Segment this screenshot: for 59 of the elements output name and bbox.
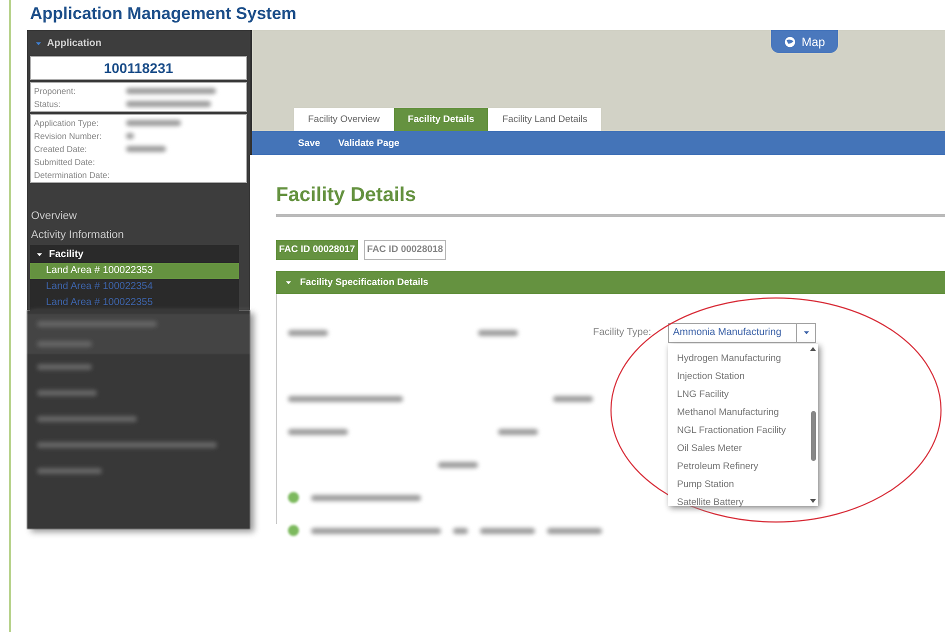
blurred-text (126, 132, 134, 138)
blurred-text (288, 330, 328, 336)
field-label: Application Type: (34, 118, 100, 128)
tree-item[interactable]: Land Area # 100022355 (30, 295, 239, 311)
facility-id-tab[interactable]: FAC ID 00028017 (276, 240, 358, 260)
nav-link[interactable]: Overview (30, 207, 247, 226)
scroll-up-icon[interactable] (810, 346, 816, 350)
page-title: Facility Details (276, 184, 945, 217)
blurred-text (453, 528, 468, 534)
action-link[interactable]: Validate Page (338, 138, 400, 148)
application-number: 100118231 (30, 56, 247, 80)
facility-id-tab[interactable]: FAC ID 00028018 (364, 240, 446, 260)
scrollbar-thumb[interactable] (810, 410, 816, 460)
app-title: Application Management System (29, 3, 298, 24)
dropdown-option[interactable]: Oil Sales Meter (677, 440, 808, 458)
field-label: Submitted Date: (34, 156, 96, 166)
caret-icon (802, 329, 810, 336)
blurred-text (438, 462, 478, 468)
dropdown-option[interactable]: Petroleum Refinery (677, 458, 808, 476)
section-header[interactable]: Facility Specification Details (276, 271, 945, 294)
blurred-text (37, 390, 97, 396)
blurred-text (553, 396, 593, 402)
blurred-text (126, 146, 166, 152)
field-label: Facility Type: (593, 327, 652, 338)
blurred-text (37, 364, 92, 370)
blurred-text (480, 528, 535, 534)
field-label: Revision Number: (34, 130, 103, 140)
tab[interactable]: Facility Land Details (488, 108, 602, 131)
field-label: Created Date: (34, 144, 88, 154)
dropdown-option[interactable]: Satellite Battery (677, 494, 808, 512)
blurred-text (37, 468, 102, 474)
blurred-text (547, 528, 602, 534)
tree-item[interactable]: Land Area # 100022354 (30, 279, 239, 295)
field-label: Determination Date: (34, 170, 111, 180)
blurred-text (126, 120, 181, 126)
status-dot (288, 525, 299, 536)
field-label: Status: (34, 98, 62, 108)
scroll-down-icon[interactable] (810, 498, 816, 502)
blurred-text (288, 428, 348, 434)
dropdown-option[interactable]: NGL Fractionation Facility (677, 422, 808, 440)
blurred-text (498, 428, 538, 434)
section-title: Application (47, 38, 102, 48)
dropdown-option[interactable]: Hydrogen Manufacturing (677, 350, 808, 368)
nav-link[interactable]: Activity Information (30, 226, 247, 245)
dropdown-option[interactable]: Methanol Manufacturing (677, 404, 808, 422)
tree-node[interactable]: Facility (30, 245, 239, 263)
blurred-text (37, 341, 92, 347)
field-label: Proponent: (34, 86, 77, 96)
dropdown-option[interactable]: LNG Facility (677, 386, 808, 404)
tree-item[interactable]: Land Area # 100022353 (30, 263, 239, 279)
status-dot (288, 492, 299, 503)
blurred-text (478, 330, 518, 336)
dropdown-option[interactable]: Pump Station (677, 476, 808, 494)
tab[interactable]: Facility Overview (294, 108, 394, 131)
tab[interactable]: Facility Details (394, 108, 488, 131)
dropdown-option[interactable]: Injection Station (677, 368, 808, 386)
globe-icon (784, 36, 796, 48)
action-link[interactable]: Save (298, 138, 320, 148)
map-button[interactable]: Map (770, 30, 838, 53)
